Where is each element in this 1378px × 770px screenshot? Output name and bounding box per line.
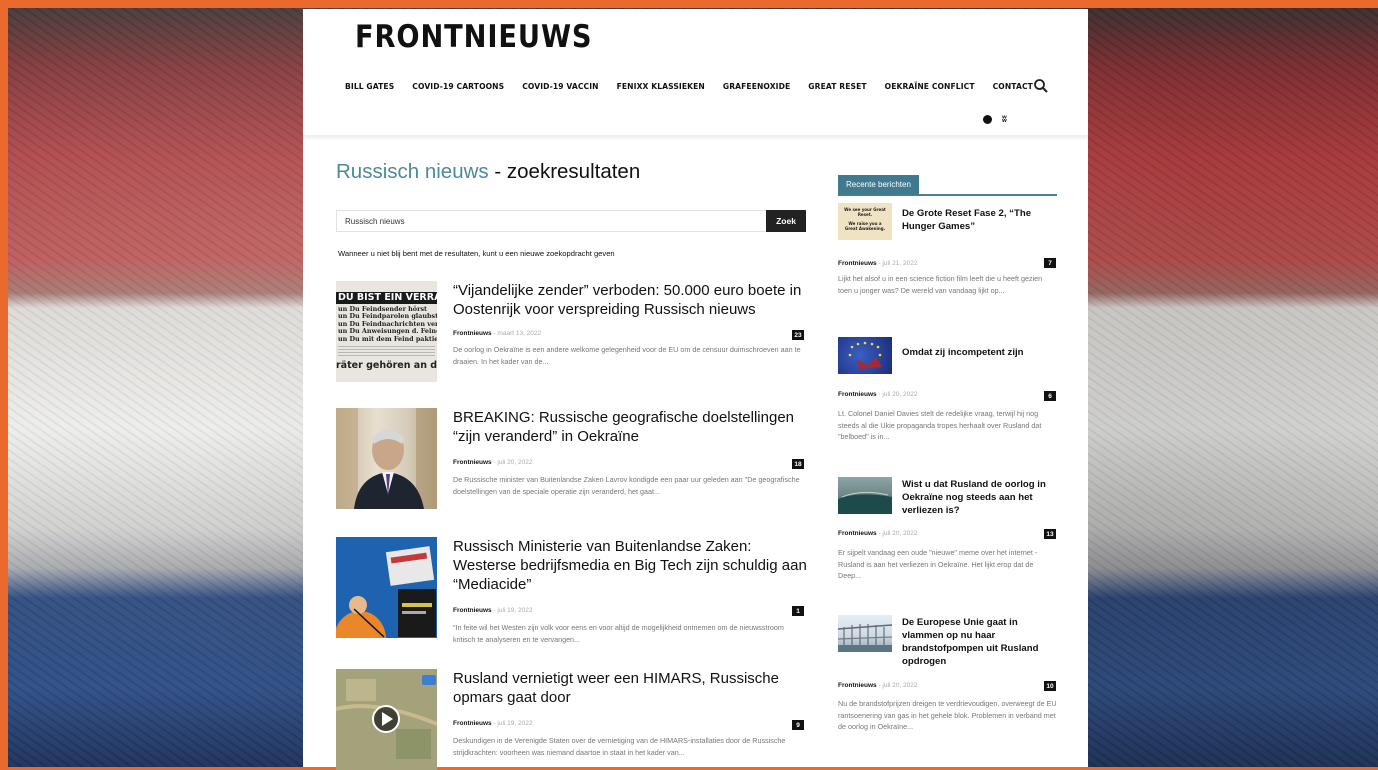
sidebar-post-thumbnail[interactable]: [838, 615, 892, 652]
post-meta: Frontnieuws - juli 19, 2022: [453, 607, 533, 614]
nav-item-bill-gates[interactable]: BILL GATES: [345, 82, 394, 91]
sidebar-post-excerpt: Lt. Colonel Daniel Davies stelt de redel…: [838, 409, 1042, 441]
post-title[interactable]: “Vijandelijke zender” verboden: 50.000 e…: [453, 281, 808, 319]
vk-icon[interactable]: ʬ: [1002, 114, 1007, 124]
sidebar-post-meta: Frontnieuws - juli 20, 2022: [838, 391, 918, 398]
comment-count[interactable]: 13: [1044, 529, 1056, 539]
sidebar-post-meta: Frontnieuws - juli 20, 2022: [838, 530, 918, 537]
search-result-item: Russisch Ministerie van Buitenlandse Zak…: [336, 537, 808, 647]
post-date: juli 19, 2022: [497, 607, 533, 614]
sidebar-post-thumbnail[interactable]: We see your Great Reset. We raise you a …: [838, 203, 892, 240]
sidebar-post-excerpt: Nu de brandstofprijzen dreigen te verdri…: [838, 699, 1057, 731]
search-result-item: Rusland vernietigt weer een HIMARS, Russ…: [336, 669, 808, 770]
nav-item-covid-cartoons[interactable]: COVID-19 CARTOONS: [412, 82, 504, 91]
sidebar-post-title[interactable]: De Europese Unie gaat in vlammen op nu h…: [902, 616, 1052, 668]
search-box: [336, 210, 805, 232]
post-author[interactable]: Frontnieuws: [453, 607, 492, 614]
comment-count[interactable]: 6: [1044, 391, 1056, 401]
post-excerpt: "In feite wil het Westen zijn volk voor …: [453, 623, 784, 644]
comment-count[interactable]: 10: [1044, 681, 1056, 691]
search-hint: Wanneer u niet blij bent met de resultat…: [338, 249, 615, 258]
search-icon[interactable]: [1033, 78, 1049, 94]
post-meta: Frontnieuws - juli 20, 2022: [453, 459, 533, 466]
page-container: FRONTNIEUWS BILL GATES COVID-19 CARTOONS…: [303, 9, 1088, 770]
post-thumbnail[interactable]: DU BIST EIN VERRÄTER! un Du Feindsender …: [336, 281, 437, 382]
search-input[interactable]: [337, 211, 773, 232]
post-thumbnail[interactable]: [336, 537, 437, 638]
main-nav: BILL GATES COVID-19 CARTOONS COVID-19 VA…: [345, 82, 1051, 91]
post-author[interactable]: Frontnieuws: [453, 330, 492, 337]
post-title[interactable]: Rusland vernietigt weer een HIMARS, Russ…: [453, 669, 808, 707]
post-excerpt: Deskundigen in de Verenigde Staten over …: [453, 736, 786, 757]
sidebar-post-title[interactable]: Wist u dat Rusland de oorlog in Oekraïne…: [902, 478, 1052, 517]
sidebar-post-thumbnail[interactable]: [838, 477, 892, 514]
nav-item-covid-vaccin[interactable]: COVID-19 VACCIN: [522, 82, 598, 91]
nav-item-great-reset[interactable]: GREAT RESET: [808, 82, 866, 91]
sidebar-post: We see your Great Reset. We raise you a …: [838, 203, 1058, 313]
post-excerpt: De oorlog in Oekraïne is een andere welk…: [453, 345, 801, 366]
sidebar-post-meta: Frontnieuws - juli 20, 2022: [838, 682, 918, 689]
sidebar-post-title[interactable]: De Grote Reset Fase 2, “The Hunger Games…: [902, 207, 1052, 233]
comment-count[interactable]: 9: [792, 720, 804, 730]
post-date: juli 19, 2022: [497, 720, 533, 727]
search-result-item: BREAKING: Russische geografische doelste…: [336, 408, 806, 518]
post-date: maart 13, 2022: [497, 330, 542, 337]
post-meta: Frontnieuws - juli 19, 2022: [453, 720, 533, 727]
social-links: ʬ: [983, 114, 1007, 124]
post-meta: Frontnieuws - maart 13, 2022: [453, 330, 542, 337]
post-title[interactable]: Russisch Ministerie van Buitenlandse Zak…: [453, 537, 808, 594]
sidebar-heading: Recente berichten: [838, 174, 1057, 196]
nav-item-contact[interactable]: CONTACT: [993, 82, 1033, 91]
post-thumbnail[interactable]: [336, 408, 437, 509]
comment-count[interactable]: 18: [792, 459, 804, 469]
nav-item-oekraine[interactable]: OEKRAÏNE CONFLICT: [885, 82, 975, 91]
nav-item-grafeenoxide[interactable]: GRAFEENOXIDE: [723, 82, 790, 91]
sidebar-post-meta: Frontnieuws - juli 21, 2022: [838, 260, 918, 267]
sidebar-post: Wist u dat Rusland de oorlog in Oekraïne…: [838, 469, 1058, 599]
comment-count[interactable]: 7: [1044, 258, 1056, 268]
sidebar-post: De Europese Unie gaat in vlammen op nu h…: [838, 607, 1058, 767]
sidebar-post-excerpt: Lijkt het alsof u in een science fiction…: [838, 274, 1043, 295]
nav-item-fenixx[interactable]: FENIXX KLASSIEKEN: [617, 82, 705, 91]
sidebar-post-thumbnail[interactable]: [838, 337, 892, 374]
post-title[interactable]: BREAKING: Russische geografische doelste…: [453, 408, 808, 446]
post-thumbnail[interactable]: [336, 669, 437, 770]
search-result-item: DU BIST EIN VERRÄTER! un Du Feindsender …: [336, 281, 806, 391]
search-button[interactable]: Zoek: [766, 210, 806, 232]
post-date: juli 20, 2022: [497, 459, 533, 466]
site-logo[interactable]: FRONTNIEUWS: [355, 19, 592, 55]
page-title: Russisch nieuws - zoekresultaten: [336, 160, 641, 183]
sidebar-post: Omdat zij incompetent zijn Frontnieuws -…: [838, 337, 1058, 447]
post-excerpt: De Russische minister van Buitenlandse Z…: [453, 475, 800, 496]
header-divider: [303, 135, 1088, 141]
comment-count[interactable]: 1: [792, 606, 804, 616]
post-author[interactable]: Frontnieuws: [453, 720, 492, 727]
sidebar-post-title[interactable]: Omdat zij incompetent zijn: [902, 346, 1052, 359]
post-author[interactable]: Frontnieuws: [453, 459, 492, 466]
telegram-icon[interactable]: [983, 115, 992, 124]
sidebar-post-excerpt: Er sijpelt vandaag een oude "nieuwe" mem…: [838, 548, 1038, 580]
comment-count[interactable]: 23: [792, 330, 804, 340]
